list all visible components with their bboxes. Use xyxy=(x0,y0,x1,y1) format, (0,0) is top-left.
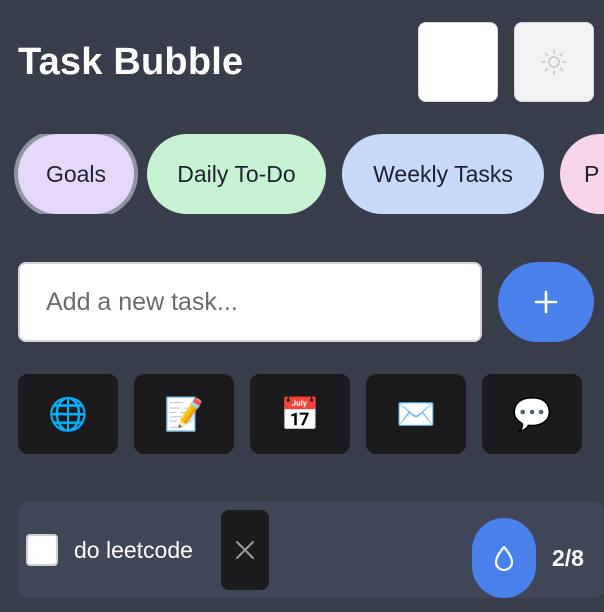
app-title: Task Bubble xyxy=(18,41,244,83)
category-tabs: Goals Daily To-Do Weekly Tasks P xyxy=(0,134,604,214)
memo-icon: 📝 xyxy=(164,395,204,433)
quick-action-calendar[interactable]: 📅 xyxy=(250,374,350,454)
new-task-input[interactable] xyxy=(18,262,482,342)
speech-bubble-icon: 💬 xyxy=(512,395,552,433)
droplet-icon xyxy=(494,545,514,572)
plus-icon xyxy=(534,290,558,314)
task-text: do leetcode xyxy=(74,537,193,563)
quick-action-speech-bubble[interactable]: 💬 xyxy=(482,374,582,454)
quick-action-memo[interactable]: 📝 xyxy=(134,374,234,454)
category-tab-daily-to-do[interactable]: Daily To-Do xyxy=(147,134,326,214)
task-progress-count: 2/8 xyxy=(552,545,584,571)
delete-task-button[interactable] xyxy=(221,510,269,590)
envelope-icon: ✉️ xyxy=(396,395,436,433)
theme-toggle-button[interactable] xyxy=(514,22,594,102)
category-tab-weekly-tasks[interactable]: Weekly Tasks xyxy=(342,134,544,214)
quick-action-envelope[interactable]: ✉️ xyxy=(366,374,466,454)
globe-icon: 🌐 xyxy=(48,395,88,433)
category-tab-partial[interactable]: P xyxy=(560,134,604,214)
sun-icon xyxy=(541,49,567,75)
close-icon xyxy=(236,541,254,559)
task-bubble-app: Task Bubble Goals Daily To-Do Weekly Tas… xyxy=(0,0,604,612)
quick-action-globe[interactable]: 🌐 xyxy=(18,374,118,454)
category-tab-goals[interactable]: Goals xyxy=(18,134,134,214)
calendar-icon: 📅 xyxy=(280,395,320,433)
blank-header-button[interactable] xyxy=(418,22,498,102)
droplet-button[interactable] xyxy=(472,518,536,598)
add-task-button[interactable] xyxy=(498,262,594,342)
task-checkbox[interactable] xyxy=(26,534,58,566)
